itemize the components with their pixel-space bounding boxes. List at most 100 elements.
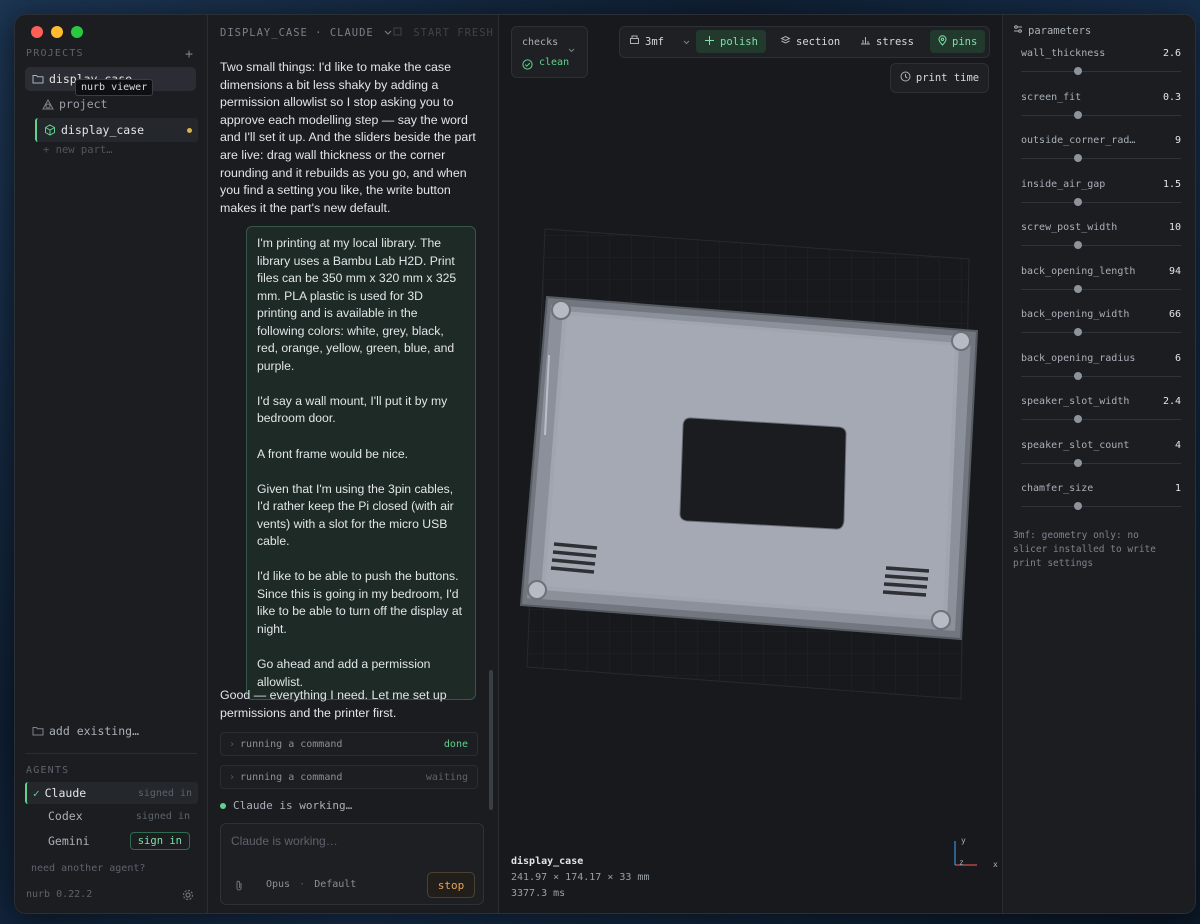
param-value[interactable]: 1: [1175, 483, 1181, 494]
param-slider-track[interactable]: [1021, 506, 1181, 507]
param-name: screw_post_width: [1021, 222, 1118, 233]
param-slider-handle[interactable]: [1074, 241, 1082, 249]
close-window-button[interactable]: [31, 26, 43, 38]
param-slider-track[interactable]: [1021, 375, 1181, 377]
working-label: Claude is working…: [233, 799, 353, 812]
param-slider-track[interactable]: [1021, 245, 1181, 246]
refresh-icon: [393, 27, 409, 39]
status-dot: [220, 802, 226, 809]
param-value[interactable]: 1.5: [1163, 179, 1181, 190]
window-controls: [31, 26, 83, 38]
add-existing-button[interactable]: add existing…: [25, 719, 196, 743]
param-value[interactable]: 10: [1169, 222, 1181, 233]
command-status: done: [443, 738, 468, 750]
minimize-window-button[interactable]: [51, 26, 63, 38]
sidebar-item-label: project: [59, 97, 108, 111]
param-slider-track[interactable]: [1021, 332, 1181, 333]
param-value[interactable]: 66: [1169, 309, 1181, 320]
zoom-window-button[interactable]: [71, 26, 83, 38]
agent-codex[interactable]: Codex signed in: [25, 805, 196, 827]
user-paragraph: I'd like to be able to push the buttons.…: [257, 569, 463, 637]
command-row[interactable]: › running a command waiting: [220, 765, 478, 789]
command-status: waiting: [425, 771, 468, 783]
message-input[interactable]: Claude is working… Opus · Default stop: [220, 823, 484, 905]
new-part-button[interactable]: + new part…: [43, 144, 113, 156]
command-label: running a command: [240, 771, 343, 783]
check-icon: ✓: [33, 786, 40, 800]
assistant-message: Two small things: I'd like to make the c…: [220, 60, 476, 215]
user-paragraph: I'm printing at my local library. The li…: [257, 236, 457, 373]
render-time: 3377.3 ms: [511, 888, 566, 899]
part-dimensions: 241.97 × 174.17 × 33 mm: [511, 872, 650, 883]
gear-icon[interactable]: [182, 888, 194, 906]
param-slider-track[interactable]: [1021, 462, 1181, 464]
agent-name: Claude: [44, 786, 87, 800]
agent-status: signed in: [135, 810, 190, 822]
param-row: speaker_slot_count 4: [1021, 439, 1181, 467]
param-value[interactable]: 94: [1169, 266, 1181, 277]
add-project-button[interactable]: +: [185, 47, 193, 62]
param-slider-track[interactable]: [1021, 419, 1181, 420]
sign-in-button[interactable]: sign in: [129, 832, 190, 850]
agent-claude[interactable]: ✓ Claude signed in: [25, 782, 198, 804]
param-slider-track[interactable]: [1021, 201, 1181, 203]
param-slider-handle[interactable]: [1074, 458, 1082, 467]
axis-y-label: y: [961, 836, 966, 845]
param-slider-handle[interactable]: [1074, 284, 1082, 293]
working-indicator: Claude is working…: [220, 799, 352, 812]
version-label: nurb 0.22.2: [26, 889, 93, 900]
param-value[interactable]: 2.4: [1163, 396, 1181, 407]
mode-label: Default: [314, 879, 357, 890]
param-slider-handle[interactable]: [1074, 197, 1082, 206]
paperclip-icon[interactable]: [234, 879, 244, 897]
chevron-right-icon: ›: [229, 771, 236, 783]
add-existing-label: add existing…: [49, 724, 140, 738]
param-row: outside_corner_rad… 9: [1021, 135, 1181, 162]
param-value[interactable]: 6: [1175, 353, 1181, 364]
param-slider-handle[interactable]: [1074, 502, 1082, 510]
model-selector[interactable]: Opus · Default: [266, 879, 356, 890]
part-row[interactable]: display_case: [35, 118, 198, 142]
param-name: back_opening_radius: [1021, 352, 1136, 364]
chat-title[interactable]: DISPLAY_CASE · CLAUDE: [220, 27, 392, 39]
param-name: speaker_slot_count: [1021, 439, 1130, 451]
param-slider-handle[interactable]: [1074, 371, 1082, 380]
user-message: I'm printing at my local library. The li…: [246, 226, 476, 701]
user-paragraph: I'd say a wall mount, I'll put it by my …: [257, 393, 448, 426]
param-row: speaker_slot_width 2.4: [1021, 396, 1181, 423]
start-fresh-button[interactable]: START FRESH: [393, 27, 494, 39]
param-value[interactable]: 9: [1175, 135, 1181, 146]
assistant-reply: Good — everything I need. Let me set up …: [220, 688, 447, 720]
param-slider-handle[interactable]: [1074, 154, 1082, 162]
param-row: screen_fit 0.3: [1021, 91, 1181, 119]
param-slider-handle[interactable]: [1074, 415, 1082, 423]
agent-name: Codex: [48, 809, 83, 823]
chat-panel: DISPLAY_CASE · CLAUDE START FRESH Two sm…: [208, 15, 499, 913]
folder-icon: [31, 74, 45, 84]
user-paragraph: Given that I'm using the 3pin cables, I'…: [257, 481, 454, 549]
input-placeholder: Claude is working…: [231, 834, 338, 848]
param-slider-handle[interactable]: [1074, 110, 1082, 119]
param-slider-track[interactable]: [1021, 114, 1181, 116]
param-value[interactable]: 4: [1175, 440, 1181, 451]
param-slider-track[interactable]: [1021, 158, 1181, 159]
chevron-right-icon: ›: [229, 738, 236, 750]
need-agent-link[interactable]: need another agent?: [31, 863, 145, 874]
chat-scrollbar[interactable]: [489, 670, 493, 810]
command-label: running a command: [240, 738, 343, 750]
3d-viewport[interactable]: checks clean 3mf polish section stress p…: [499, 15, 1001, 913]
param-slider-handle[interactable]: [1074, 328, 1082, 336]
param-slider-handle[interactable]: [1074, 67, 1082, 75]
axis-z-label: z: [959, 858, 964, 867]
user-paragraph: Go ahead and add a permission allowlist.: [257, 657, 431, 689]
param-value[interactable]: 0.3: [1163, 92, 1181, 103]
part-render[interactable]: [499, 15, 1001, 913]
shapes-icon: [41, 98, 55, 110]
param-value[interactable]: 2.6: [1163, 48, 1181, 59]
model-label: Opus: [266, 879, 291, 890]
param-slider-track[interactable]: [1021, 71, 1181, 72]
stop-button[interactable]: stop: [427, 872, 475, 898]
param-name: screen_fit: [1021, 91, 1082, 103]
param-slider-track[interactable]: [1021, 288, 1181, 290]
command-row[interactable]: › running a command done: [220, 732, 478, 756]
